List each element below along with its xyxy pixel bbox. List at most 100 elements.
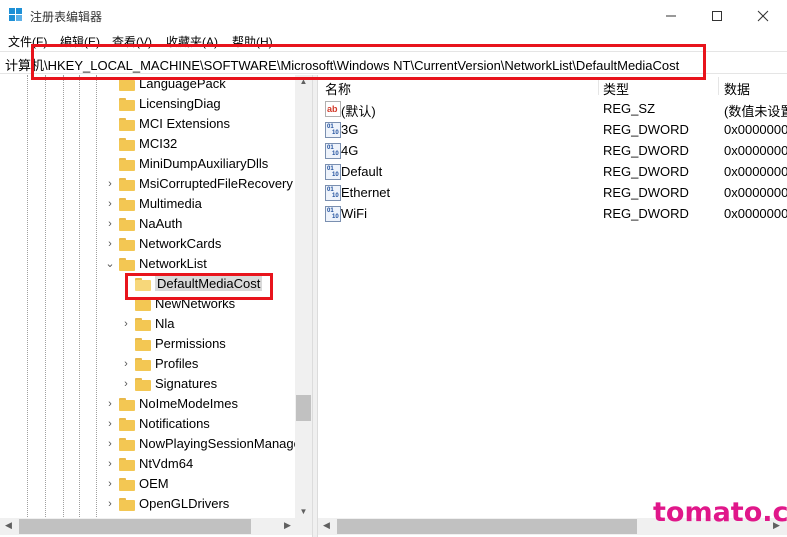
expand-arrow-icon[interactable]: › (121, 357, 131, 371)
values-hscroll-thumb[interactable] (337, 519, 637, 534)
menu-favorites[interactable]: 收藏夹(A) (166, 33, 218, 50)
expand-arrow-icon[interactable]: › (121, 377, 131, 391)
tree-item[interactable]: › Nla (0, 315, 295, 335)
tree-item[interactable]: MCI32 (0, 135, 295, 155)
tree-item[interactable]: › MsiCorruptedFileRecovery (0, 175, 295, 195)
value-row[interactable]: 0110Default REG_DWORD 0x00000001 (1) (318, 162, 787, 183)
tree-item[interactable]: › NtVdm64 (0, 455, 295, 475)
expand-arrow-icon[interactable]: › (105, 397, 115, 411)
value-type: REG_DWORD (603, 206, 689, 221)
value-type: REG_SZ (603, 101, 656, 116)
value-data: 0x00000001 (1) (724, 185, 787, 200)
tree-item[interactable]: NewNetworks (0, 295, 295, 315)
tree-item-label: Permissions (155, 336, 226, 351)
address-path[interactable]: 计算机\HKEY_LOCAL_MACHINE\SOFTWARE\Microsof… (5, 55, 679, 74)
string-value-icon: ab (325, 101, 341, 117)
value-row[interactable]: 01104G REG_DWORD 0x00000001 (1) (318, 141, 787, 162)
maximize-icon (712, 10, 722, 21)
menu-file[interactable]: 文件(F) (8, 33, 47, 50)
value-row[interactable]: 0110Ethernet REG_DWORD 0x00000001 (1) (318, 183, 787, 204)
tree-item-label: MiniDumpAuxiliaryDlls (139, 156, 269, 171)
column-divider[interactable] (598, 77, 599, 95)
tree-item[interactable]: › Multimedia (0, 195, 295, 215)
value-name: 3G (341, 122, 359, 137)
tree-item-label: Multimedia (139, 196, 202, 211)
menu-view[interactable]: 查看(V) (112, 33, 152, 50)
tree-hscroll-thumb[interactable] (19, 519, 251, 534)
tree-item[interactable]: › Notifications (0, 415, 295, 435)
folder-icon (135, 298, 151, 311)
column-header-name[interactable]: 名称 (325, 79, 351, 98)
tree-item[interactable]: › OpenGLDrivers (0, 495, 295, 515)
tree-item-label: NetworkCards (139, 236, 222, 251)
tree-item[interactable]: › NaAuth (0, 215, 295, 235)
maximize-button[interactable] (694, 0, 740, 31)
expand-arrow-icon[interactable]: › (105, 477, 115, 491)
tree-item[interactable]: MCI Extensions (0, 115, 295, 135)
scroll-up-icon[interactable]: ▲ (295, 77, 312, 86)
tree-item[interactable]: › Signatures (0, 375, 295, 395)
expand-arrow-icon[interactable]: › (105, 197, 115, 211)
value-row[interactable]: ab(默认) REG_SZ (数值未设置) (318, 99, 787, 120)
menu-edit[interactable]: 编辑(E) (60, 33, 100, 50)
tree-item[interactable]: Permissions (0, 335, 295, 355)
scroll-down-icon[interactable]: ▼ (295, 507, 312, 516)
tree-item-label: OpenGLDrivers (139, 496, 230, 511)
tree-item[interactable]: › NetworkCards (0, 235, 295, 255)
tree-item[interactable]: DefaultMediaCost (0, 275, 295, 295)
expand-arrow-icon[interactable]: › (105, 417, 115, 431)
tree-item[interactable]: › NoImeModeImes (0, 395, 295, 415)
value-name: (默认) (341, 104, 376, 119)
value-type: REG_DWORD (603, 143, 689, 158)
scroll-left-icon[interactable]: ◀ (323, 520, 330, 531)
column-header-type[interactable]: 类型 (603, 79, 629, 98)
close-button[interactable] (740, 0, 786, 31)
tree-item[interactable]: ⌄ NetworkList (0, 255, 295, 275)
value-type: REG_DWORD (603, 164, 689, 179)
tree-item[interactable]: MiniDumpAuxiliaryDlls (0, 155, 295, 175)
expand-arrow-icon[interactable]: › (105, 457, 115, 471)
tree-item[interactable]: LanguagePack (0, 75, 295, 95)
folder-icon (119, 418, 135, 431)
column-header-data[interactable]: 数据 (724, 79, 750, 98)
scroll-left-icon[interactable]: ◀ (5, 520, 12, 531)
tree-scroll-thumb[interactable] (296, 395, 311, 421)
folder-icon (119, 158, 135, 171)
value-data: 0x00000001 (1) (724, 122, 787, 137)
expand-arrow-icon[interactable]: › (121, 317, 131, 331)
scroll-right-icon[interactable]: ▶ (284, 520, 291, 531)
tree-item-label: LanguagePack (139, 76, 226, 91)
expand-arrow-icon[interactable]: › (105, 497, 115, 511)
window-title: 注册表编辑器 (30, 10, 103, 24)
tree-vertical-scrollbar[interactable]: ▲ ▼ (295, 75, 312, 518)
collapse-arrow-icon[interactable]: ⌄ (105, 257, 115, 271)
binary-value-icon: 01 10 (325, 164, 341, 180)
value-row[interactable]: 0110WiFi REG_DWORD 0x00000001 (1) (318, 204, 787, 225)
expand-arrow-icon[interactable]: › (105, 437, 115, 451)
column-divider[interactable] (718, 77, 719, 95)
tree-item[interactable]: › OEM (0, 475, 295, 495)
menu-help[interactable]: 帮助(H) (232, 33, 273, 50)
tree-item[interactable]: LicensingDiag (0, 95, 295, 115)
value-row[interactable]: 01103G REG_DWORD 0x00000001 (1) (318, 120, 787, 141)
expand-arrow-icon[interactable]: › (105, 217, 115, 231)
minimize-button[interactable] (648, 0, 694, 31)
folder-icon (135, 358, 151, 371)
regedit-app-icon (9, 8, 23, 22)
folder-icon (119, 458, 135, 471)
folder-icon (135, 318, 151, 331)
tree-horizontal-scrollbar[interactable]: ◀ ▶ (0, 518, 312, 535)
watermark: tomato.cm (653, 497, 787, 528)
tree-item[interactable]: › NowPlayingSessionManage (0, 435, 301, 455)
expand-arrow-icon[interactable]: › (105, 177, 115, 191)
tree-item-label: MCI Extensions (139, 116, 231, 131)
menu-bar: 文件(F) 编辑(E) 查看(V) 收藏夹(A) 帮助(H) (0, 31, 787, 51)
expand-arrow-icon[interactable]: › (105, 237, 115, 251)
folder-icon (119, 138, 135, 151)
folder-icon (135, 378, 151, 391)
binary-value-icon: 01 10 (325, 185, 341, 201)
tree-item[interactable]: › Profiles (0, 355, 295, 375)
value-data: (数值未设置) (724, 104, 787, 119)
value-name: Ethernet (341, 185, 391, 200)
address-bar[interactable]: 计算机\HKEY_LOCAL_MACHINE\SOFTWARE\Microsof… (0, 51, 787, 74)
